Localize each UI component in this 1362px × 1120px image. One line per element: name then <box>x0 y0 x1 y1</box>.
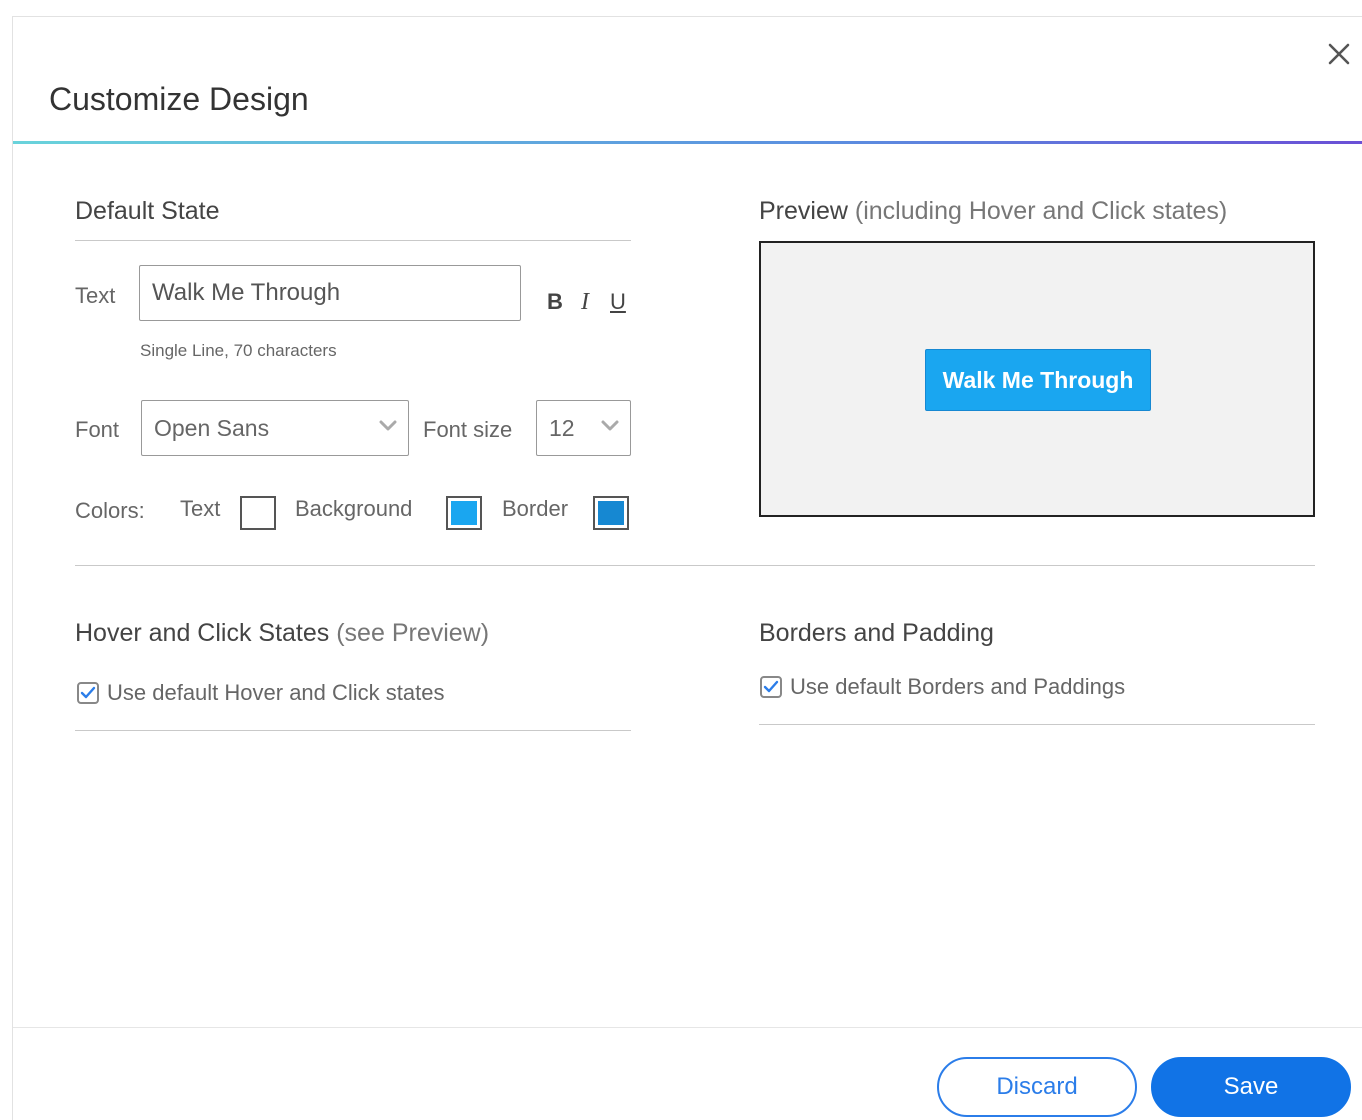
chevron-down-icon <box>379 420 397 431</box>
bold-button[interactable]: B <box>547 289 563 315</box>
preview-button[interactable]: Walk Me Through <box>925 349 1151 411</box>
checkmark-icon <box>763 680 779 693</box>
preview-title: Preview (including Hover and Click state… <box>759 197 1227 226</box>
font-size-select-value: 12 <box>549 414 575 441</box>
font-size-label: Font size <box>423 417 513 442</box>
font-label: Font <box>75 417 120 442</box>
preview-title-main: Preview <box>759 197 848 225</box>
footer-divider <box>13 1027 1362 1028</box>
discard-button[interactable]: Discard <box>937 1057 1137 1117</box>
close-button[interactable] <box>1324 39 1354 69</box>
default-state-title: Default State <box>75 197 220 225</box>
font-size-select[interactable]: 12 <box>536 400 631 456</box>
mid-divider <box>75 565 1315 566</box>
default-borders-checkbox-row[interactable]: Use default Borders and Paddings <box>760 674 1125 700</box>
hover-click-title-main: Hover and Click States <box>75 619 330 647</box>
checkmark-icon <box>80 686 96 699</box>
color-background-label: Background <box>295 496 413 521</box>
colors-label: Colors: <box>75 498 145 523</box>
dialog-title: Customize Design <box>49 81 309 117</box>
customize-design-dialog: Customize Design Default State Text B I … <box>12 16 1362 1120</box>
text-label: Text <box>75 283 116 308</box>
text-hint: Single Line, 70 characters <box>140 341 337 360</box>
font-select[interactable]: Open Sans <box>141 400 409 456</box>
default-hover-checkbox-row[interactable]: Use default Hover and Click states <box>77 680 445 706</box>
header-divider <box>13 141 1362 144</box>
close-icon <box>1328 43 1350 65</box>
default-hover-checkbox[interactable] <box>77 682 99 704</box>
color-border-label: Border <box>502 496 569 521</box>
hover-click-title: Hover and Click States (see Preview) <box>75 619 489 648</box>
background-color-swatch[interactable] <box>446 496 482 530</box>
preview-box: Walk Me Through <box>759 241 1315 517</box>
background-color-fill <box>451 501 477 525</box>
hover-click-title-sub: (see Preview) <box>336 619 490 647</box>
chevron-down-icon <box>601 420 619 431</box>
underline-button[interactable]: U <box>610 289 626 315</box>
borders-divider <box>759 724 1315 725</box>
default-hover-checkbox-label: Use default Hover and Click states <box>107 680 445 705</box>
default-state-divider <box>75 240 631 241</box>
text-color-fill <box>245 501 271 525</box>
borders-padding-title: Borders and Padding <box>759 619 994 647</box>
button-text-input[interactable] <box>139 265 521 321</box>
border-color-swatch[interactable] <box>593 496 629 530</box>
font-select-value: Open Sans <box>154 414 270 441</box>
color-text-label: Text <box>180 496 221 521</box>
default-borders-checkbox[interactable] <box>760 676 782 698</box>
save-button[interactable]: Save <box>1151 1057 1351 1117</box>
hover-divider <box>75 730 631 731</box>
italic-button[interactable]: I <box>581 289 589 316</box>
text-color-swatch[interactable] <box>240 496 276 530</box>
preview-title-sub: (including Hover and Click states) <box>854 197 1228 225</box>
border-color-fill <box>598 501 624 525</box>
default-borders-checkbox-label: Use default Borders and Paddings <box>790 674 1126 699</box>
